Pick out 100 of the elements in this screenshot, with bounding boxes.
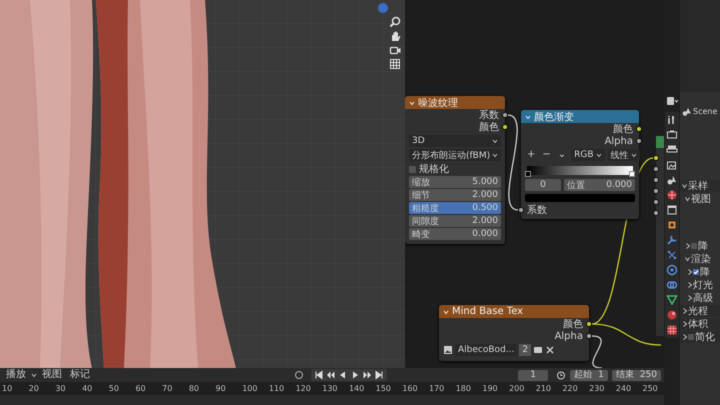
panel-header[interactable]: 渲染 — [680, 253, 720, 265]
color-swatch[interactable] — [525, 194, 635, 202]
tool-button[interactable]: − — [540, 149, 553, 161]
play-reverse-icon[interactable] — [338, 370, 348, 380]
socket-label: 颜色 — [563, 318, 583, 331]
panel-header[interactable]: 降 — [680, 266, 720, 278]
skip-end-icon[interactable] — [374, 370, 384, 380]
frame-number: 40 — [82, 384, 94, 393]
panel-header[interactable]: 降 — [680, 240, 720, 252]
frame-number: 20 — [28, 384, 40, 393]
dropdown[interactable]: RGB — [571, 149, 605, 161]
circle-icon[interactable] — [666, 264, 678, 276]
frame-number: 240 — [616, 384, 632, 393]
socket-label: 系数 — [479, 108, 499, 122]
frame-field[interactable]: 1 — [518, 370, 548, 380]
frame-number: 230 — [589, 384, 606, 393]
panel-header[interactable]: 简化 — [680, 331, 720, 343]
image-icon[interactable] — [443, 345, 453, 355]
stopwatch-icon[interactable] — [556, 370, 566, 380]
frame-number: 10 — [2, 384, 14, 393]
camera-icon[interactable] — [666, 129, 678, 141]
dropdown[interactable]: 3D — [409, 135, 501, 147]
menu-button[interactable]: 视图 — [39, 369, 65, 381]
chevron-icon[interactable] — [525, 114, 531, 120]
tool-button[interactable]: ⌄ — [556, 149, 568, 161]
number-field[interactable]: 畸变 0.000 — [409, 228, 501, 240]
square-icon[interactable] — [666, 219, 678, 231]
checkbox[interactable] — [693, 269, 699, 275]
chevron-right-icon — [687, 269, 692, 275]
sphere-icon[interactable] — [666, 309, 678, 321]
box-icon[interactable] — [666, 204, 678, 216]
frame-number: 210 — [536, 384, 552, 393]
chevron-down-icon — [685, 196, 690, 202]
hand-icon[interactable] — [389, 30, 401, 42]
image-name-field[interactable]: AlbecoBod... — [455, 344, 518, 356]
tool-button[interactable]: + — [525, 149, 538, 161]
node-header[interactable]: 噪波纹理 — [405, 96, 505, 109]
user-count[interactable]: 2 — [519, 344, 532, 356]
panel-header[interactable]: 体积 — [680, 318, 720, 330]
dropdown[interactable]: 线性 — [608, 149, 640, 161]
node-socket[interactable] — [518, 207, 524, 213]
panel-header[interactable]: 采样 — [680, 180, 720, 192]
globe-icon[interactable] — [666, 189, 678, 201]
color-stop-handle[interactable] — [525, 171, 531, 177]
chevron-icon[interactable] — [409, 100, 415, 106]
grid-icon[interactable] — [389, 58, 401, 70]
node-header[interactable] — [656, 136, 664, 148]
wrench-icon[interactable] — [666, 234, 678, 246]
frame-number: 50 — [108, 384, 120, 393]
check-icon — [693, 269, 699, 275]
node-wire[interactable] — [592, 335, 602, 368]
caret-icon[interactable] — [31, 372, 37, 378]
panel-header[interactable]: 灯光 — [680, 279, 720, 291]
zoom-icon[interactable] — [389, 16, 401, 28]
panel-header[interactable]: 光程 — [680, 305, 720, 317]
number-field[interactable]: 间隙度 2.000 — [409, 215, 501, 227]
node-wire[interactable] — [508, 114, 518, 211]
menu-button[interactable]: 播放 — [3, 369, 29, 381]
close-icon[interactable] — [545, 345, 556, 355]
frame-field[interactable]: 起始 1 — [570, 370, 608, 380]
number-field[interactable]: 位置 0.000 — [564, 179, 635, 191]
scene-icon[interactable] — [666, 174, 678, 186]
gradient-bar[interactable] — [527, 166, 633, 175]
checkbox[interactable] — [688, 334, 694, 340]
panel-header[interactable]: 视图 — [680, 193, 720, 205]
frame-number: 30 — [55, 384, 67, 393]
number-field[interactable]: 细节 2.000 — [409, 189, 501, 201]
checkbox[interactable] — [409, 166, 416, 172]
frame-field[interactable]: 结束 250 — [612, 370, 661, 380]
editor-type-icon[interactable] — [666, 96, 678, 106]
node-wire[interactable] — [592, 323, 662, 346]
frame-number: 60 — [135, 384, 147, 393]
camera-icon[interactable] — [389, 44, 401, 56]
previous-keyframe-icon[interactable] — [326, 370, 336, 380]
image-icon[interactable] — [666, 159, 678, 171]
particles-icon[interactable] — [666, 249, 678, 261]
frame-number: 160 — [402, 384, 419, 393]
panel-header[interactable]: 高级 — [680, 292, 720, 304]
checkbox[interactable] — [691, 243, 697, 249]
color-stop-handle[interactable] — [629, 171, 635, 177]
node-header[interactable]: 颜色渐变 — [521, 110, 639, 123]
checkbox-label: 规格化 — [419, 162, 449, 176]
node-header[interactable]: Mind Base Tex — [439, 305, 589, 318]
menu-button[interactable]: 标记 — [67, 369, 93, 381]
link-icon[interactable] — [666, 279, 678, 291]
caret-icon — [630, 152, 637, 158]
skip-start-icon[interactable] — [314, 370, 324, 380]
next-keyframe-icon[interactable] — [362, 370, 372, 380]
play-icon[interactable] — [350, 370, 360, 380]
index-field[interactable]: 0 — [525, 179, 561, 191]
keyframe-record-icon[interactable] — [293, 370, 305, 380]
triangle-icon[interactable] — [666, 294, 678, 306]
folder-icon[interactable] — [533, 345, 544, 355]
frame-number: 110 — [268, 384, 286, 393]
checker-icon[interactable] — [666, 324, 678, 336]
dropdown[interactable]: 分形布朗运动(fBM) — [409, 149, 501, 161]
socket-label: 颜色 — [479, 120, 499, 134]
number-field[interactable]: 缩放 5.000 — [409, 176, 501, 188]
caret-icon — [596, 152, 602, 158]
chevron-icon[interactable] — [443, 308, 449, 314]
